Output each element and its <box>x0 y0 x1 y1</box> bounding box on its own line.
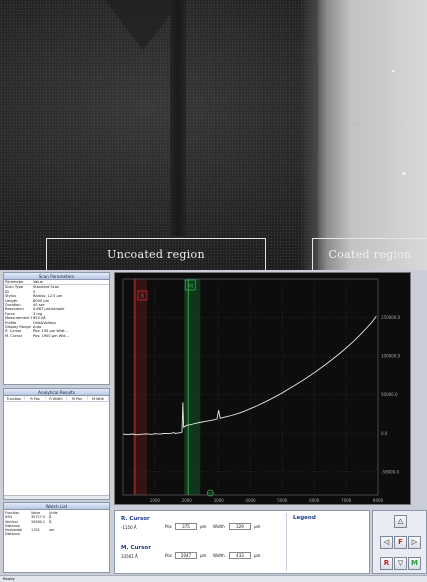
watch-list-title: Watch List <box>4 503 109 510</box>
m-pos-label: Pos <box>165 553 172 558</box>
r-pos-unit: µm <box>200 524 207 529</box>
profilometer-app: Scan Parameters Parameter Value Scan Type S… <box>0 270 427 582</box>
x-tick-label: 5000 <box>277 498 288 503</box>
analytical-results-panel: Analytical Results Function R Pos R Width M… <box>3 388 110 500</box>
x-tick-label: 4000 <box>245 498 256 503</box>
watch-cell: um <box>49 528 55 533</box>
r-width-unit: µm <box>254 524 261 529</box>
y-tick-label: 0.0 <box>381 431 388 436</box>
particle <box>356 123 359 126</box>
legend-area: Legend <box>286 513 368 571</box>
watch-list-panel: Watch List Function Value Units ASH 35717.0 Å… <box>3 502 110 573</box>
r-cursor-button[interactable]: R <box>380 557 393 570</box>
watch-list-grid: Function Value Units ASH 35717.0 Å Vertical Di… <box>4 510 109 538</box>
m-width-input[interactable]: 433 <box>229 552 251 559</box>
profile-chart[interactable]: 1000 2000 3000 4000 5000 6000 7000 8000 150000.0… <box>114 272 411 505</box>
profile-chart-svg: 1000 2000 3000 4000 5000 6000 7000 8000 150000.0… <box>122 278 401 503</box>
r-pos-label: Pos <box>165 524 172 529</box>
m-cursor-title: M. Cursor <box>121 545 151 551</box>
watch-cell: Å <box>49 519 52 524</box>
y-tick-label: 100000.0 <box>381 354 401 359</box>
x-tick-label: 2000 <box>182 498 193 503</box>
watch-cell: Vertical Distance <box>5 519 20 528</box>
coated-region-label: Coated region <box>312 238 427 270</box>
scan-parameters-title: Scan Parameters <box>4 273 109 280</box>
column-header: M Widt <box>88 396 109 402</box>
particle <box>402 172 406 175</box>
watch-cell: Horizontal Distance <box>5 528 23 537</box>
horizontal-scrollbar[interactable] <box>4 495 109 499</box>
x-tick-label: 6000 <box>309 498 320 503</box>
y-tick-label: -50000.0 <box>381 469 399 474</box>
navigation-pad: △ ◁ F ▷ R ▽ M <box>372 510 427 574</box>
m-pos-unit: µm <box>200 553 207 558</box>
sem-micrograph: Uncoated region Coated region <box>0 0 427 270</box>
analytical-results-header: Function R Pos R Width M Pos M Widt <box>4 396 109 402</box>
watch-cell: 1702 <box>31 528 40 533</box>
column-header: R Pos <box>25 396 46 402</box>
x-tick-label: 3000 <box>214 498 225 503</box>
pan-right-button[interactable]: ▷ <box>408 536 421 549</box>
m-cursor-value: 33561 Å <box>121 554 138 559</box>
status-bar: Ready <box>0 575 427 582</box>
column-header: R Width <box>46 396 67 402</box>
x-tick-label: 8000 <box>373 498 384 503</box>
watch-cell: 34560.1 <box>31 519 46 524</box>
particle <box>392 70 395 72</box>
pan-down-button[interactable]: ▽ <box>394 557 407 570</box>
y-tick-label: 150000.0 <box>381 315 401 320</box>
profile-trace <box>122 315 377 436</box>
m-cursor-button[interactable]: M <box>408 557 421 570</box>
m-pos-input[interactable]: 2047 <box>175 552 197 559</box>
x-tick-label: 7000 <box>341 498 352 503</box>
r-pos-input[interactable]: 375 <box>175 523 197 530</box>
y-tick-label: 50000.0 <box>381 392 398 397</box>
legend-title: Legend <box>293 515 316 521</box>
r-cursor-marker-label: R <box>140 293 144 300</box>
scan-parameters-grid: Parameter Value Scan Type Standard Scan ID 0 S… <box>4 280 109 338</box>
column-header: Function <box>4 396 25 402</box>
r-width-label: Width <box>213 524 225 529</box>
param-value: Pos: 1900 µm Wid... <box>33 333 69 338</box>
analytical-results-title: Analytical Results <box>4 389 109 396</box>
param-name: M. Cursor <box>5 333 23 338</box>
pan-up-button[interactable]: △ <box>394 515 407 528</box>
scan-parameters-panel: Scan Parameters Parameter Value Scan Type S… <box>3 272 110 385</box>
column-header: M Pos <box>67 396 88 402</box>
r-cursor-title: R. Cursor <box>121 516 150 522</box>
pan-left-button[interactable]: ◁ <box>380 536 393 549</box>
coated-surface <box>318 0 427 270</box>
x-tick-label: 1000 <box>150 498 161 503</box>
micrograph-stripe <box>170 0 186 236</box>
uncoated-region-label: Uncoated region <box>46 238 266 270</box>
m-cursor-marker-label: M <box>187 282 193 290</box>
r-cursor-value: -1150 Å <box>121 525 137 530</box>
m-width-label: Width <box>213 553 225 558</box>
fit-button[interactable]: F <box>394 536 407 549</box>
r-width-input[interactable]: 329 <box>229 523 251 530</box>
m-width-unit: µm <box>254 553 261 558</box>
